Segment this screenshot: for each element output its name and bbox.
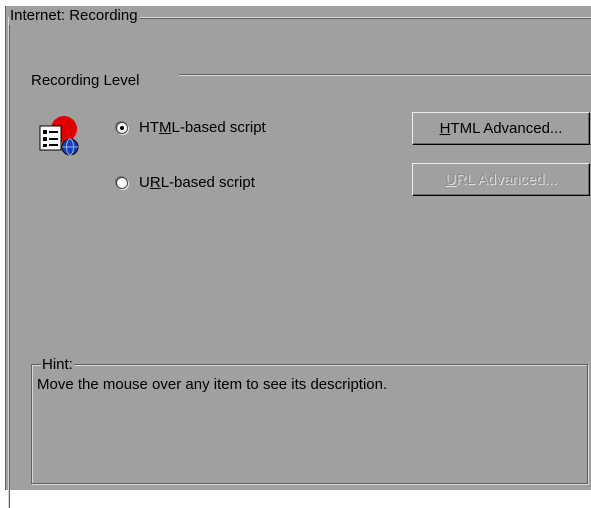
url-based-radio[interactable] — [116, 177, 128, 189]
section-divider — [179, 74, 591, 76]
html-advanced-button[interactable]: HTML Advanced... — [412, 112, 590, 145]
url-based-script-option[interactable]: URL-based script — [116, 174, 255, 192]
url-based-label: URL-based script — [139, 174, 255, 191]
hint-text: Move the mouse over any item to see its … — [37, 376, 388, 393]
url-advanced-button: URL Advanced... — [412, 163, 590, 196]
recording-level-label: Recording Level — [31, 72, 140, 89]
html-based-script-option[interactable]: HTML-based script — [116, 119, 266, 137]
html-based-label: HTML-based script — [139, 119, 266, 136]
html-based-radio[interactable] — [116, 122, 128, 134]
hint-title: Hint: — [41, 356, 74, 374]
group-title: Internet: Recording — [9, 7, 140, 25]
recording-level-icon — [39, 116, 79, 156]
